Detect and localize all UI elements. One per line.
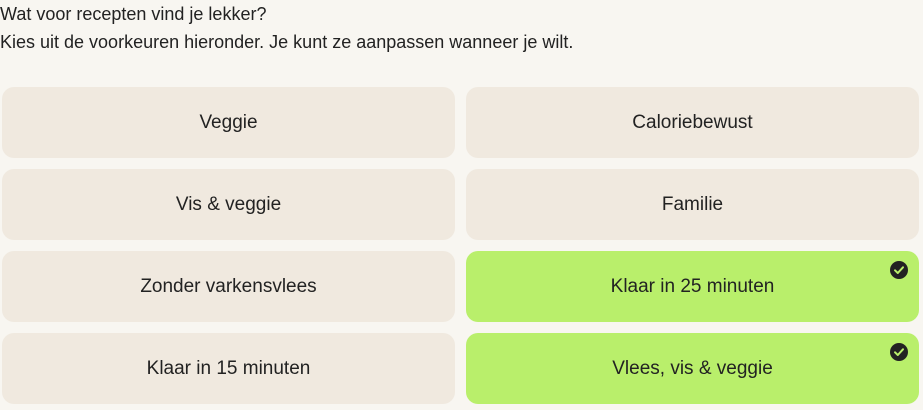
preference-option-vis-veggie[interactable]: Vis & veggie [2, 169, 455, 240]
preference-option-label: Klaar in 25 minuten [610, 275, 775, 297]
page-question: Wat voor recepten vind je lekker? [0, 4, 267, 24]
page-instruction: Kies uit de voorkeuren hieronder. Je kun… [0, 32, 574, 52]
preference-option-label: Zonder varkensvlees [140, 275, 317, 297]
check-circle-icon [890, 343, 908, 361]
preference-option-vlees-vis-veggie[interactable]: Vlees, vis & veggie [466, 333, 919, 404]
preference-option-familie[interactable]: Familie [466, 169, 919, 240]
preference-option-klaar-in-15-minuten[interactable]: Klaar in 15 minuten [2, 333, 455, 404]
preference-option-caloriebewust[interactable]: Caloriebewust [466, 87, 919, 158]
preference-option-klaar-in-25-minuten[interactable]: Klaar in 25 minuten [466, 251, 919, 322]
preference-option-zonder-varkensvlees[interactable]: Zonder varkensvlees [2, 251, 455, 322]
preference-option-label: Klaar in 15 minuten [146, 357, 311, 379]
preference-grid: Veggie Caloriebewust Vis & veggie Famili… [2, 87, 921, 404]
preference-option-label: Veggie [199, 111, 258, 133]
preference-option-label: Caloriebewust [632, 111, 753, 133]
preference-option-label: Vlees, vis & veggie [612, 357, 773, 379]
check-circle-icon [890, 261, 908, 279]
intro-text: Wat voor recepten vind je lekker? Kies u… [0, 0, 900, 56]
preference-option-veggie[interactable]: Veggie [2, 87, 455, 158]
preference-option-label: Vis & veggie [175, 193, 282, 215]
preference-option-label: Familie [661, 193, 724, 215]
